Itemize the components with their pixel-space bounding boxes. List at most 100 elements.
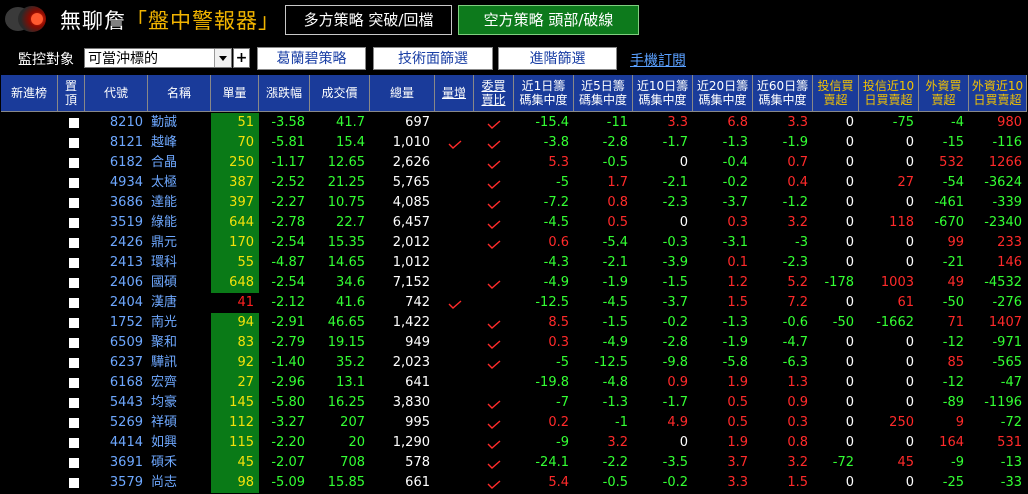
pin-checkbox[interactable] <box>69 258 79 268</box>
table-row[interactable]: 8121 越峰 70 -5.81 15.4 1,010 -3.8 -2.8 -1.7 -1.3 -1… <box>1 133 1027 153</box>
cell-name[interactable]: 鼎元 <box>148 233 211 253</box>
header-new-entry[interactable]: 新進榜 <box>1 75 58 112</box>
technical-filter-button[interactable]: 技術面篩選 <box>373 47 493 70</box>
cell-code[interactable]: 8121 <box>85 133 148 153</box>
cell-code[interactable]: 3579 <box>85 473 148 493</box>
cell-name[interactable]: 環科 <box>148 253 211 273</box>
table-row[interactable]: 3579 尚志 98 -5.09 15.85 661 5.4 -0.5 -0.2 3.3 1.5 0 0… <box>1 473 1027 493</box>
pin-checkbox[interactable] <box>69 198 79 208</box>
cell-pin[interactable] <box>58 433 85 453</box>
cell-code[interactable]: 2413 <box>85 253 148 273</box>
table-row[interactable]: 2413 環科 55 -4.87 14.65 1,012 -4.3 -2.1 -3.9 0.1 -2… <box>1 253 1027 273</box>
header-trust-net[interactable]: 投信買 賣超 <box>813 75 859 112</box>
cell-pin[interactable] <box>58 133 85 153</box>
pin-checkbox[interactable] <box>69 438 79 448</box>
table-row[interactable]: 5269 祥碩 112 -3.27 207 995 0.2 -1 4.9 0.5 0.3 0 250 9 -… <box>1 413 1027 433</box>
table-row[interactable]: 2426 鼎元 170 -2.54 15.35 2,012 0.6 -5.4 -0.3 -3.1 -… <box>1 233 1027 253</box>
cell-name[interactable]: 達能 <box>148 193 211 213</box>
cell-pin[interactable] <box>58 453 85 473</box>
cell-code[interactable]: 8210 <box>85 113 148 133</box>
cell-name[interactable]: 合晶 <box>148 153 211 173</box>
cell-code[interactable]: 1752 <box>85 313 148 333</box>
cell-pin[interactable] <box>58 293 85 313</box>
cell-pin[interactable] <box>58 313 85 333</box>
pin-checkbox[interactable] <box>69 278 79 288</box>
header-conc-10d[interactable]: 近10日籌 碼集中度 <box>633 75 693 112</box>
table-row[interactable]: 3691 碩禾 45 -2.07 708 578 -24.1 -2.2 -3.5 3.7 3.2 -7… <box>1 453 1027 473</box>
cell-code[interactable]: 6509 <box>85 333 148 353</box>
cell-name[interactable]: 均豪 <box>148 393 211 413</box>
cell-code[interactable]: 6237 <box>85 353 148 373</box>
cell-name[interactable]: 太極 <box>148 173 211 193</box>
short-strategy-button[interactable]: 空方策略 頭部/破線 <box>458 5 639 35</box>
cell-pin[interactable] <box>58 393 85 413</box>
table-row[interactable]: 4934 太極 387 -2.52 21.25 5,765 -5 1.7 -2.1 -0.2 0.4… <box>1 173 1027 193</box>
cell-pin[interactable] <box>58 113 85 133</box>
cell-code[interactable]: 4414 <box>85 433 148 453</box>
cell-name[interactable]: 勤誠 <box>148 113 211 133</box>
pin-checkbox[interactable] <box>69 378 79 388</box>
cell-pin[interactable] <box>58 193 85 213</box>
header-name[interactable]: 名稱 <box>148 75 211 112</box>
cell-code[interactable]: 5443 <box>85 393 148 413</box>
header-foreign-net-10d[interactable]: 外資近10 日買賣超 <box>969 75 1027 112</box>
pin-checkbox[interactable] <box>69 138 79 148</box>
cell-pin[interactable] <box>58 353 85 373</box>
header-conc-1d[interactable]: 近1日籌 碼集中度 <box>514 75 574 112</box>
header-pin[interactable]: 置頂 <box>58 75 85 112</box>
cell-name[interactable]: 越峰 <box>148 133 211 153</box>
pin-checkbox[interactable] <box>69 398 79 408</box>
cell-code[interactable]: 6182 <box>85 153 148 173</box>
cell-name[interactable]: 祥碩 <box>148 413 211 433</box>
cell-pin[interactable] <box>58 213 85 233</box>
header-total-volume[interactable]: 總量 <box>370 75 435 112</box>
cell-pin[interactable] <box>58 473 85 493</box>
table-row[interactable]: 1752 南光 94 -2.91 46.65 1,422 8.5 -1.5 -0.2 -1.3 -0… <box>1 313 1027 333</box>
pin-checkbox[interactable] <box>69 158 79 168</box>
advanced-filter-button[interactable]: 進階篩選 <box>498 47 617 70</box>
table-row[interactable]: 3686 達能 397 -2.27 10.75 4,085 -7.2 0.8 -2.3 -3.7 -… <box>1 193 1027 213</box>
cell-pin[interactable] <box>58 233 85 253</box>
pin-checkbox[interactable] <box>69 318 79 328</box>
cell-code[interactable]: 3519 <box>85 213 148 233</box>
table-row[interactable]: 6182 合晶 250 -1.17 12.65 2,626 5.3 -0.5 0 -0.4 0.7 0… <box>1 153 1027 173</box>
cell-name[interactable]: 南光 <box>148 313 211 333</box>
table-row[interactable]: 6237 驊訊 92 -1.40 35.2 2,023 -5 -12.5 -9.8 -5.8 -6.… <box>1 353 1027 373</box>
cell-pin[interactable] <box>58 253 85 273</box>
long-strategy-button[interactable]: 多方策略 突破/回檔 <box>285 5 452 35</box>
table-row[interactable]: 6509 聚和 83 -2.79 19.15 949 0.3 -4.9 -2.8 -1.9 -4.7… <box>1 333 1027 353</box>
header-trust-net-10d[interactable]: 投信近10 日買賣超 <box>859 75 919 112</box>
cell-code[interactable]: 6168 <box>85 373 148 393</box>
cell-pin[interactable] <box>58 153 85 173</box>
cell-pin[interactable] <box>58 273 85 293</box>
pin-checkbox[interactable] <box>69 358 79 368</box>
pin-checkbox[interactable] <box>69 218 79 228</box>
monitor-select[interactable]: 可當沖標的 <box>84 48 232 68</box>
cell-code[interactable]: 4934 <box>85 173 148 193</box>
chevron-down-icon[interactable] <box>214 49 231 67</box>
header-single-lot[interactable]: 單量 <box>211 75 259 112</box>
cell-name[interactable]: 驊訊 <box>148 353 211 373</box>
mobile-subscribe-link[interactable]: 手機訂閱 <box>630 50 686 70</box>
table-row[interactable]: 6168 宏齊 27 -2.96 13.1 641 -19.8 -4.8 0.9 1.9 1.3 0 0… <box>1 373 1027 393</box>
table-row[interactable]: 5443 均豪 145 -5.80 16.25 3,830 -7 -1.3 -1.7 0.5 0.9… <box>1 393 1027 413</box>
header-price[interactable]: 成交價 <box>310 75 370 112</box>
cell-name[interactable]: 漢唐 <box>148 293 211 313</box>
header-conc-20d[interactable]: 近20日籌 碼集中度 <box>693 75 753 112</box>
header-code[interactable]: 代號 <box>85 75 148 112</box>
cell-name[interactable]: 尚志 <box>148 473 211 493</box>
pin-checkbox[interactable] <box>69 238 79 248</box>
cell-pin[interactable] <box>58 373 85 393</box>
pin-checkbox[interactable] <box>69 118 79 128</box>
table-row[interactable]: 8210 勤誠 51 -3.58 41.7 697 -15.4 -11 3.3 6.8 3.3 0 -7… <box>1 113 1027 133</box>
cell-name[interactable]: 如興 <box>148 433 211 453</box>
cell-code[interactable]: 2426 <box>85 233 148 253</box>
header-change-pct[interactable]: 漲跌幅 <box>259 75 310 112</box>
cell-pin[interactable] <box>58 333 85 353</box>
granville-strategy-button[interactable]: 葛蘭碧策略 <box>257 47 366 70</box>
pin-checkbox[interactable] <box>69 298 79 308</box>
cell-code[interactable]: 2404 <box>85 293 148 313</box>
table-row[interactable]: 2404 漢唐 41 -2.12 41.6 742 -12.5 -4.5 -3.7 1.5 7.2 0… <box>1 293 1027 313</box>
header-conc-60d[interactable]: 近60日籌 碼集中度 <box>753 75 813 112</box>
cell-name[interactable]: 宏齊 <box>148 373 211 393</box>
